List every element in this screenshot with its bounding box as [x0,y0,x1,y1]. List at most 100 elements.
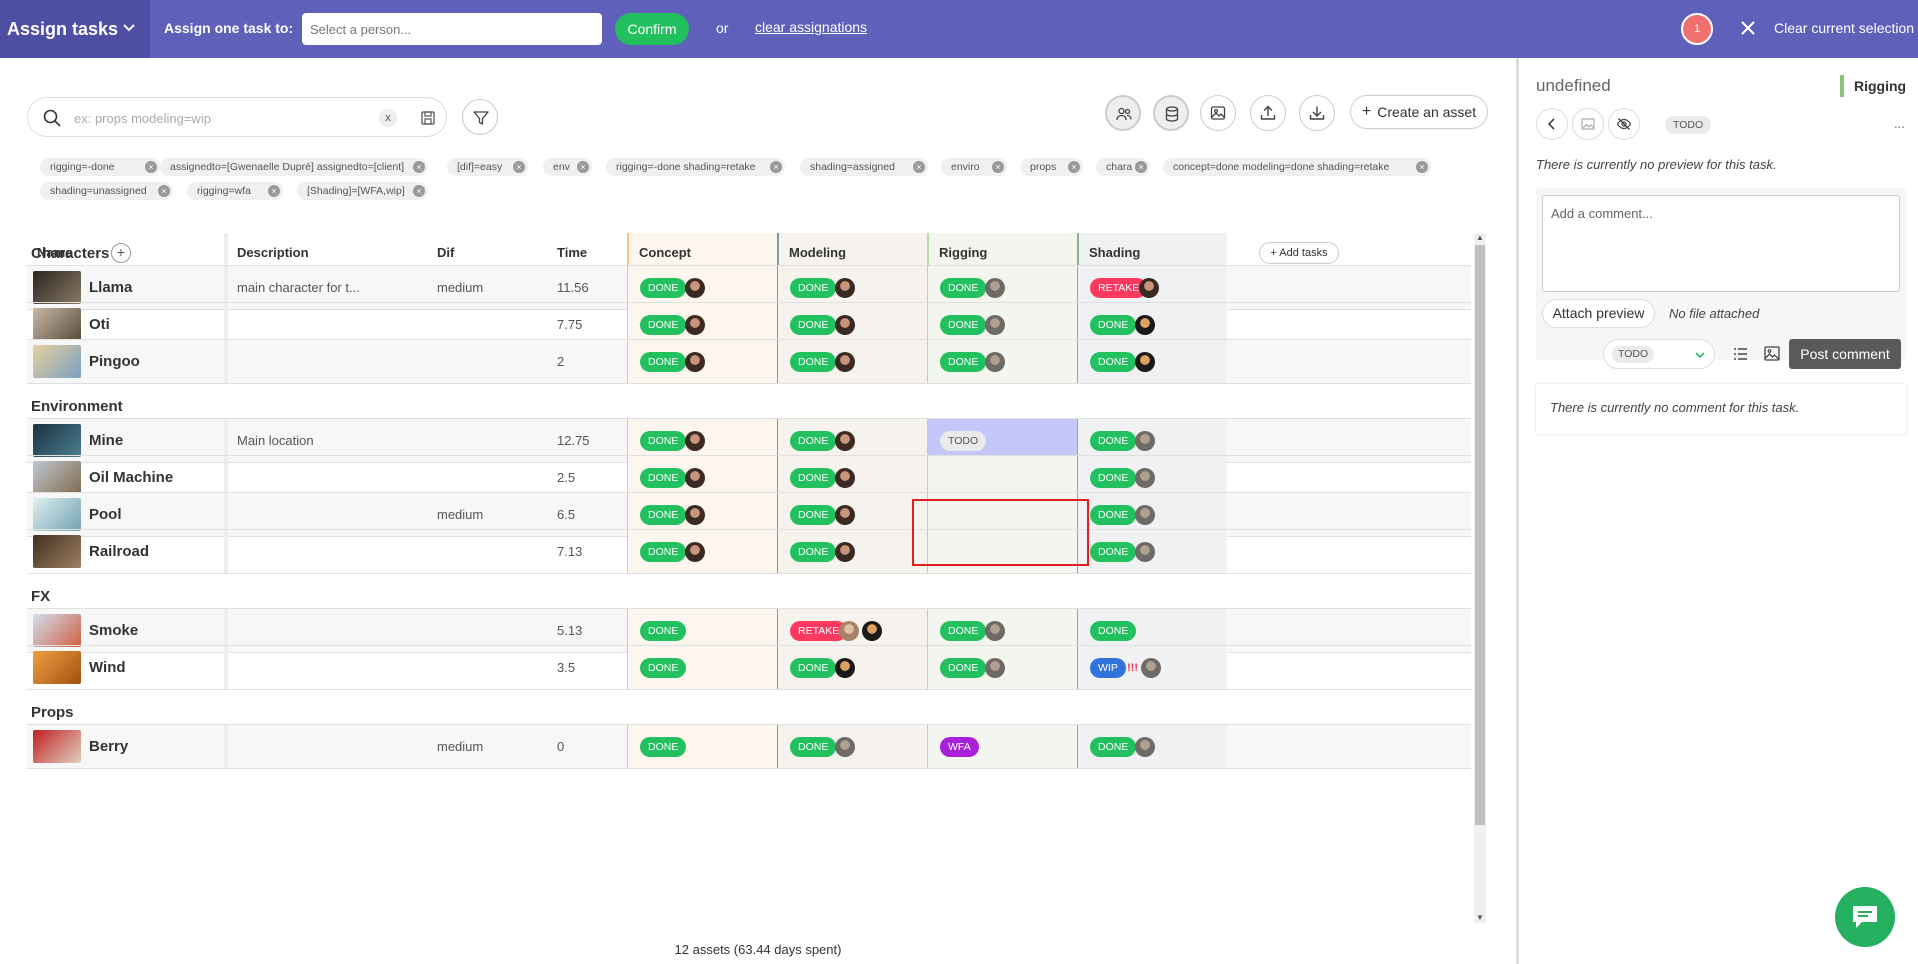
task-status-badge[interactable]: DONE [790,542,837,562]
task-cell-modeling[interactable]: DONE [777,646,927,689]
task-status-badge[interactable]: DONE [940,658,987,678]
task-status-badge[interactable]: DONE [640,505,687,525]
task-status-badge[interactable]: DONE [640,315,687,335]
asset-name-cell[interactable]: Berry [27,725,227,768]
asset-dif-cell[interactable] [437,530,547,573]
task-cell-modeling[interactable]: DONE [777,340,927,383]
remove-filter-icon[interactable]: × [145,161,157,173]
task-cell-modeling[interactable]: DONE [777,530,927,573]
table-row[interactable]: Berry medium 0 DONE DONE WFA DONE [27,724,1471,769]
task-status-badge[interactable]: DONE [1090,352,1137,372]
clear-selection-button[interactable]: Clear current selection [1774,20,1914,36]
asset-dif-cell[interactable] [437,646,547,689]
task-status-badge[interactable]: DONE [790,658,837,678]
filter-chip[interactable]: env × [543,158,592,176]
asset-name[interactable]: Wind [89,646,126,689]
task-status-badge[interactable]: DONE [940,621,987,641]
attach-preview-button[interactable]: Attach preview [1542,299,1655,328]
asset-thumbnail[interactable] [33,308,81,341]
more-options-button[interactable]: ... [1894,116,1905,131]
task-cell-rigging[interactable]: WFA [927,725,1077,768]
asset-description-cell[interactable] [237,725,387,768]
asset-name[interactable]: Pingoo [89,340,140,383]
assignees-display-button[interactable] [1105,95,1141,131]
task-status-badge[interactable]: DONE [790,352,837,372]
asset-thumbnail[interactable] [33,461,81,494]
filter-chip[interactable]: concept=done modeling=done shading=retak… [1163,158,1431,176]
asset-dif-cell[interactable]: medium [437,725,547,768]
task-cell-shading[interactable]: DONE [1077,530,1227,573]
asset-name[interactable]: Berry [89,725,128,768]
task-status-badge[interactable]: DONE [640,542,687,562]
asset-thumbnail[interactable] [33,614,81,647]
preview-button[interactable] [1572,108,1604,140]
task-cell-rigging[interactable]: DONE [927,340,1077,383]
task-status-badge[interactable]: DONE [940,278,987,298]
table-row[interactable]: Wind 3.5 DONE DONE DONE WIP!!! [27,645,1471,690]
task-cell-concept[interactable]: DONE [627,646,777,689]
task-status-badge[interactable]: DONE [1090,505,1137,525]
filter-chip[interactable]: props × [1020,158,1083,176]
task-cell-concept[interactable]: DONE [627,530,777,573]
asset-name-cell[interactable]: Railroad [27,530,227,573]
filter-chip[interactable]: rigging=-done shading=retake × [606,158,785,176]
remove-filter-icon[interactable]: × [413,161,425,173]
task-status-badge[interactable]: WIP [1090,658,1126,678]
task-status-badge[interactable]: DONE [790,278,837,298]
asset-name-cell[interactable]: Wind [27,646,227,689]
export-button[interactable] [1299,95,1335,131]
task-status-badge[interactable]: DONE [640,658,687,678]
task-status-badge[interactable]: DONE [790,315,837,335]
asset-thumbnail[interactable] [33,730,81,763]
task-status-badge[interactable]: DONE [790,505,837,525]
task-status-badge[interactable]: DONE [1090,468,1137,488]
asset-time-cell[interactable]: 0 [557,725,627,768]
search-input[interactable] [74,107,374,129]
asset-thumbnail[interactable] [33,498,81,531]
task-cell-modeling[interactable]: DONE [777,725,927,768]
asset-thumbnail[interactable] [33,651,81,684]
task-status-badge[interactable]: TODO [940,431,987,451]
task-status-badge[interactable]: DONE [640,431,687,451]
remove-filter-icon[interactable]: × [513,161,525,173]
confirm-button[interactable]: Confirm [615,13,689,45]
remove-filter-icon[interactable]: × [577,161,589,173]
task-status-badge[interactable]: DONE [1090,737,1137,757]
asset-time-cell[interactable]: 7.13 [557,530,627,573]
remove-filter-icon[interactable]: × [1416,161,1428,173]
task-cell-shading[interactable]: DONE [1077,340,1227,383]
remove-filter-icon[interactable]: × [913,161,925,173]
assign-tasks-menu[interactable]: Assign tasks [0,0,150,58]
display-info-button[interactable] [1153,95,1189,131]
asset-thumbnail[interactable] [33,271,81,304]
scrollbar-thumb[interactable] [1475,245,1485,825]
task-cell-concept[interactable]: DONE [627,340,777,383]
table-row[interactable]: Pingoo 2 DONE DONE DONE DONE [27,339,1471,384]
table-row[interactable]: Railroad 7.13 DONE DONE DONE [27,529,1471,574]
asset-dif-cell[interactable] [437,340,547,383]
chat-button[interactable] [1835,887,1895,947]
asset-name[interactable]: Railroad [89,530,149,573]
filter-chip[interactable]: chara × [1096,158,1150,176]
table-scrollbar[interactable]: ▲ ▼ [1474,233,1486,923]
close-icon[interactable] [1738,18,1758,38]
asset-thumbnail[interactable] [33,345,81,378]
task-status-badge[interactable]: WFA [940,737,979,757]
add-tasks-button[interactable]: + Add tasks [1259,242,1339,264]
task-status-badge[interactable]: DONE [1090,621,1137,641]
filter-button[interactable] [462,99,498,135]
remove-filter-icon[interactable]: × [1068,161,1080,173]
filter-chip[interactable]: shading=assigned × [800,158,928,176]
remove-filter-icon[interactable]: × [770,161,782,173]
remove-filter-icon[interactable]: × [158,185,170,197]
task-status-badge[interactable]: DONE [790,431,837,451]
filter-chip[interactable]: rigging=-done × [40,158,160,176]
comment-textarea[interactable] [1542,195,1900,292]
person-select-input[interactable] [302,13,602,45]
add-column-button[interactable]: + [111,243,131,263]
image-icon[interactable] [1757,339,1787,369]
import-button[interactable] [1250,95,1286,131]
filter-chip[interactable]: [dif]=easy × [447,158,528,176]
post-comment-button[interactable]: Post comment [1789,339,1901,369]
clear-search-button[interactable]: x [379,109,397,127]
